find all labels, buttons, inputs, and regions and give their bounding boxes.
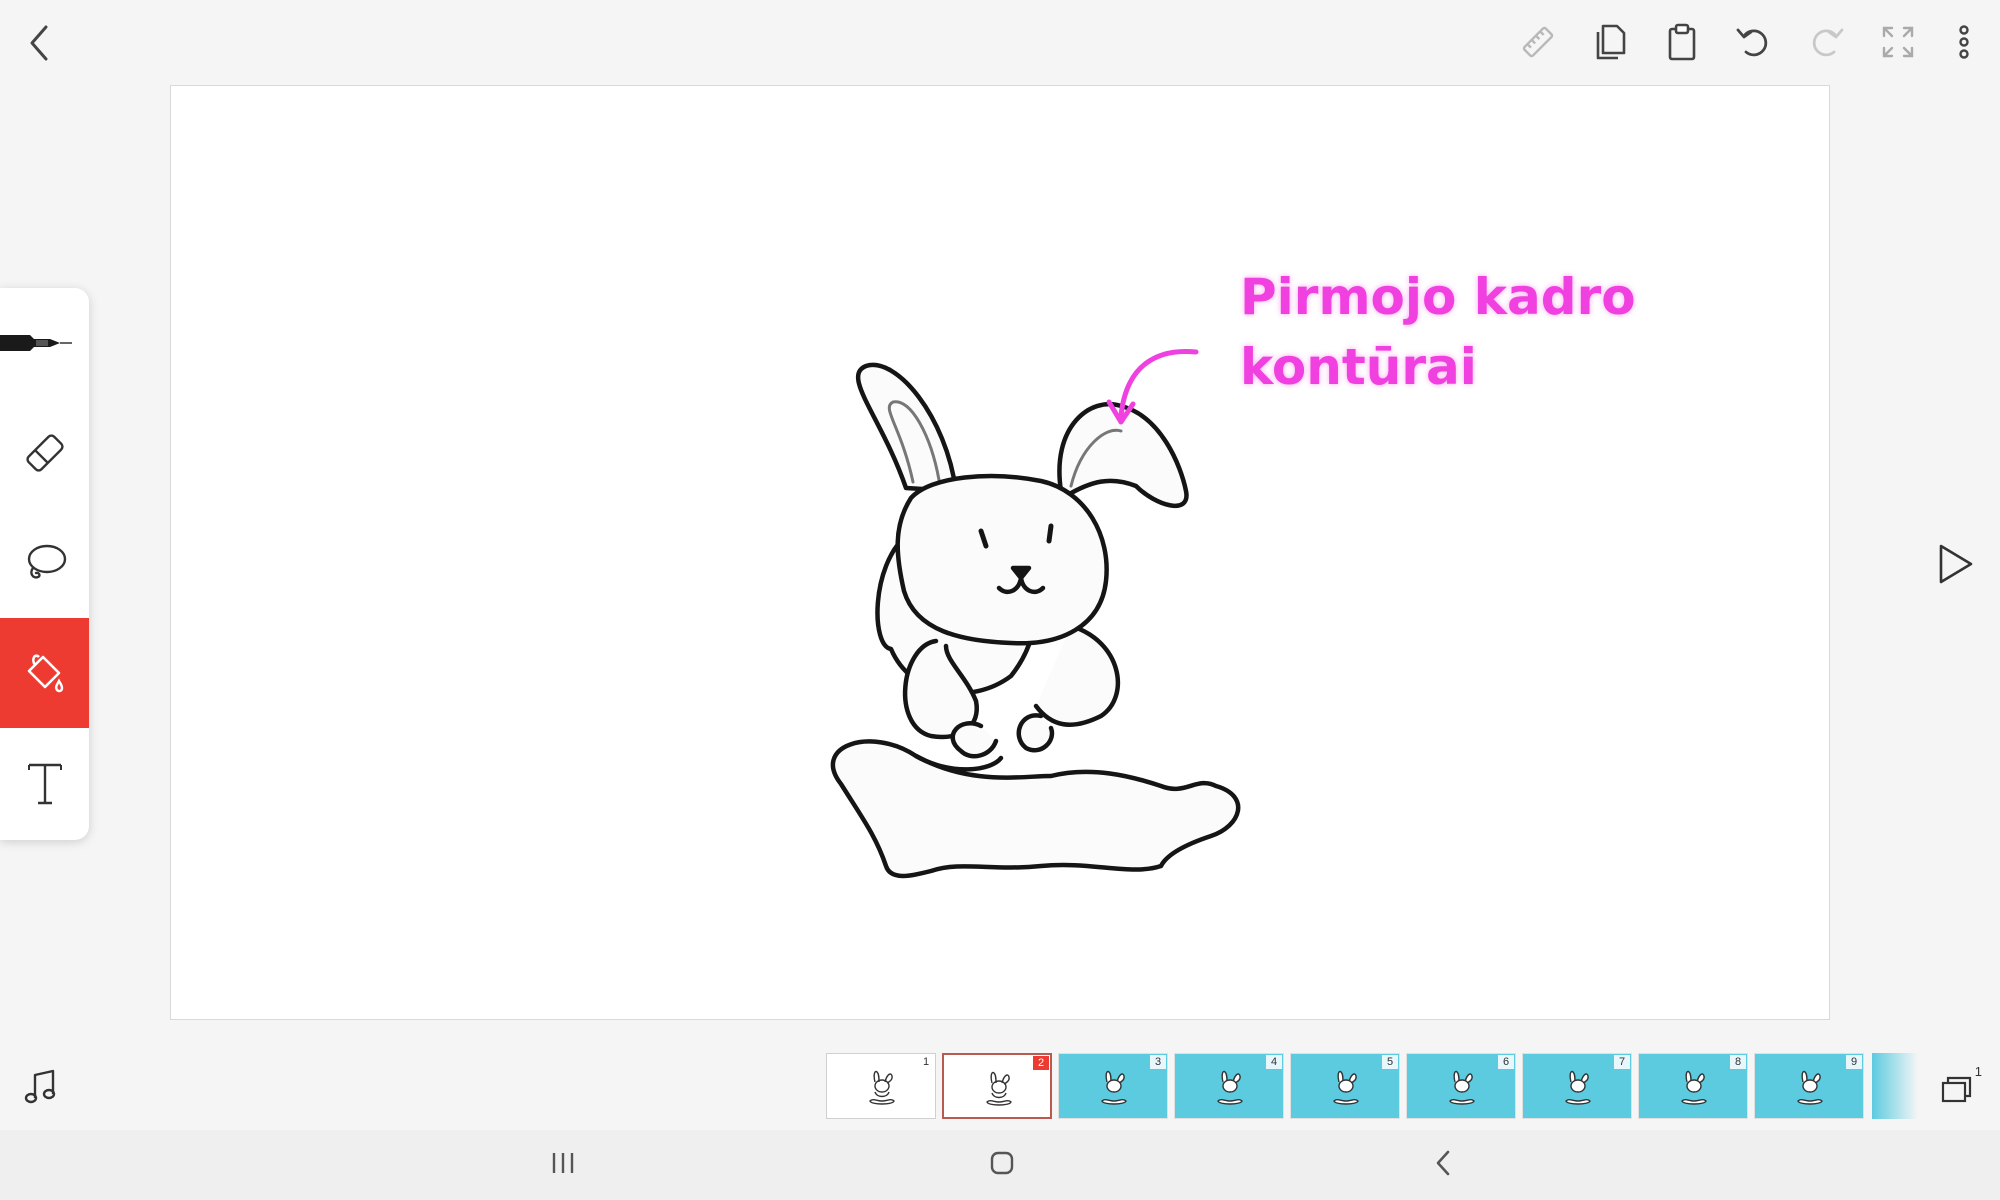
- layers-count: 1: [1974, 1064, 1982, 1079]
- annotation-line-2: kontūrai: [1240, 338, 1477, 396]
- annotation-text: Pirmojo kadro kontūrai: [1240, 262, 1636, 402]
- frame-thumbnail[interactable]: 6: [1406, 1053, 1516, 1119]
- system-back-button[interactable]: [1418, 1138, 1468, 1188]
- frame-preview: [986, 1071, 1012, 1106]
- frame-preview: [1797, 1070, 1823, 1105]
- annotation-line-1: Pirmojo kadro: [1240, 268, 1636, 326]
- timeline-fade: [1872, 1053, 1918, 1119]
- undo-button[interactable]: [1730, 18, 1778, 66]
- redo-button[interactable]: [1802, 18, 1850, 66]
- frame-preview: [1101, 1070, 1127, 1105]
- redo-icon: [1812, 28, 1844, 57]
- more-vert-icon: [1959, 25, 1969, 59]
- drawing-canvas[interactable]: [170, 85, 1830, 1020]
- layers-icon: [1941, 1076, 1972, 1103]
- frame-preview: [1333, 1070, 1359, 1105]
- music-note-icon: [24, 1069, 56, 1104]
- lasso-tool[interactable]: [0, 508, 89, 618]
- frame-thumbnail[interactable]: 7: [1522, 1053, 1632, 1119]
- frame-thumbnail[interactable]: 5: [1290, 1053, 1400, 1119]
- frame-number: 6: [1498, 1055, 1514, 1069]
- recent-apps-icon: [552, 1153, 574, 1173]
- frame-thumbnail[interactable]: 9: [1754, 1053, 1864, 1119]
- frame-number: 4: [1266, 1055, 1282, 1069]
- frame-thumbnail[interactable]: 8: [1638, 1053, 1748, 1119]
- frame-preview: [1449, 1070, 1475, 1105]
- system-navigation-bar: [0, 1130, 2000, 1200]
- back-icon: [1436, 1150, 1450, 1176]
- frame-number: 2: [1033, 1056, 1049, 1070]
- bunny-drawing: [830, 348, 1241, 879]
- frame-number: 8: [1730, 1055, 1746, 1069]
- copy-icon: [1596, 24, 1626, 60]
- frame-timeline[interactable]: 1 2 3 4 5 6 7 8 9: [826, 1053, 1916, 1119]
- lasso-icon: [27, 544, 66, 579]
- home-button[interactable]: [977, 1138, 1027, 1188]
- paste-frame-button[interactable]: [1658, 18, 1706, 66]
- fill-tool[interactable]: [0, 618, 89, 728]
- play-icon: [1939, 544, 1973, 584]
- frame-number: 7: [1614, 1055, 1630, 1069]
- home-icon: [990, 1151, 1014, 1175]
- frame-number: 5: [1382, 1055, 1398, 1069]
- music-button[interactable]: [18, 1064, 64, 1110]
- clipboard-icon: [1668, 23, 1696, 61]
- frame-thumbnail[interactable]: 3: [1058, 1053, 1168, 1119]
- more-options-button[interactable]: [1946, 18, 1982, 66]
- ruler-button[interactable]: [1514, 18, 1562, 66]
- frame-preview: [1681, 1070, 1707, 1105]
- frame-preview: [869, 1070, 895, 1105]
- undo-icon: [1736, 28, 1768, 57]
- fullscreen-button[interactable]: [1874, 18, 1922, 66]
- text-tool[interactable]: [0, 728, 89, 838]
- pen-tool[interactable]: [0, 288, 89, 398]
- eraser-tool[interactable]: [0, 398, 89, 508]
- ruler-icon: [1522, 26, 1554, 58]
- back-button[interactable]: [14, 18, 64, 68]
- recent-apps-button[interactable]: [538, 1138, 588, 1188]
- tool-panel: [0, 288, 89, 840]
- layers-button[interactable]: 1: [1936, 1064, 1982, 1110]
- frame-preview: [1565, 1070, 1591, 1105]
- frame-number: 1: [918, 1055, 934, 1069]
- frame-thumbnail[interactable]: 1: [826, 1053, 936, 1119]
- frame-thumbnail-selected[interactable]: 2: [942, 1053, 1052, 1119]
- frame-number: 9: [1846, 1055, 1862, 1069]
- paint-bucket-icon: [27, 654, 63, 693]
- frame-number: 3: [1150, 1055, 1166, 1069]
- frame-preview: [1217, 1070, 1243, 1105]
- frame-thumbnail[interactable]: 4: [1174, 1053, 1284, 1119]
- eraser-icon: [25, 434, 64, 472]
- fullscreen-icon: [1882, 26, 1914, 58]
- pen-icon: [0, 335, 72, 351]
- play-button[interactable]: [1930, 536, 1980, 592]
- chevron-left-icon: [30, 25, 48, 61]
- text-icon: [27, 763, 62, 805]
- copy-frame-button[interactable]: [1586, 18, 1634, 66]
